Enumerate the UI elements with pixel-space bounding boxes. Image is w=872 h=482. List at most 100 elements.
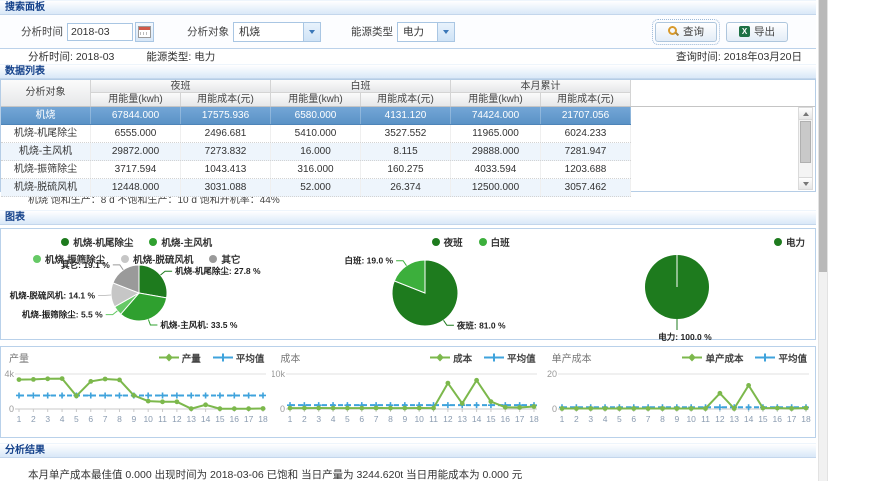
table-header: 分析对象 夜班 用能量(kwh) 用能成本(元) 白班 用能量(kwh) 用能成… — [1, 80, 815, 107]
table-row[interactable]: 机烧-机尾除尘6555.0002496.6815410.0003527.5521… — [1, 125, 631, 143]
energy-type-value: 电力 — [398, 24, 437, 39]
analysis-result-title: 分析结果 — [5, 445, 45, 456]
svg-text:7: 7 — [645, 414, 650, 424]
svg-text:8: 8 — [660, 414, 665, 424]
diamond-marker-icon — [430, 353, 450, 362]
legend-item[interactable]: 平均值 — [755, 351, 807, 365]
table-row[interactable]: 机烧67844.00017575.9366580.0004131.1207442… — [1, 107, 631, 125]
legend-dot-icon — [149, 238, 157, 246]
pie-charts-panel: 机烧-机尾除尘 机烧-主风机机烧-振筛除尘 机烧-脱硫风机 其它机烧-机尾除尘: 27… — [0, 228, 816, 340]
row-value: 3057.462 — [541, 179, 631, 196]
plus-marker-icon — [213, 353, 233, 362]
column-group-night: 夜班 用能量(kwh) 用能成本(元) — [91, 80, 271, 106]
column-header-object[interactable]: 分析对象 — [1, 80, 91, 106]
table-row[interactable]: 机烧-脱硫风机12448.0003031.08852.00026.3741250… — [1, 179, 631, 197]
row-value: 160.275 — [361, 161, 451, 178]
pie-shift-split: 夜班白班夜班: 81.0 %白班: 19.0 % — [272, 229, 543, 339]
svg-text:8: 8 — [117, 414, 122, 424]
legend-dot-icon — [479, 238, 487, 246]
page-scrollbar[interactable] — [818, 0, 828, 481]
row-value: 16.000 — [271, 143, 361, 160]
legend-label: 机烧-振筛除尘 — [45, 252, 105, 266]
sub-header-cost[interactable]: 用能成本(元) — [181, 93, 271, 106]
legend-item[interactable]: 白班 — [479, 235, 510, 249]
row-value: 21707.056 — [541, 107, 631, 124]
group-header[interactable]: 白班 — [271, 80, 451, 93]
row-value: 74424.000 — [451, 107, 541, 124]
svg-text:4: 4 — [60, 414, 65, 424]
legend-label: 平均值 — [236, 351, 265, 365]
scroll-up-icon[interactable] — [799, 108, 812, 120]
legend-item[interactable]: 机烧-主风机 — [149, 235, 212, 249]
legend-item[interactable]: 机烧-脱硫风机 — [121, 252, 193, 266]
svg-text:12: 12 — [443, 414, 453, 424]
table-scrollbar[interactable] — [798, 107, 813, 190]
line-chart-svg: 123456789101112131415161718200 — [544, 365, 815, 437]
svg-text:10k: 10k — [272, 369, 285, 379]
analysis-object-value: 机烧 — [234, 24, 303, 39]
group-header[interactable]: 夜班 — [91, 80, 271, 93]
data-list-header: 数据列表 — [0, 64, 816, 79]
legend-item[interactable]: 平均值 — [213, 351, 265, 365]
query-button[interactable]: 查询 — [655, 22, 717, 42]
svg-text:10: 10 — [415, 414, 425, 424]
legend-item[interactable]: 单产成本 — [682, 351, 743, 365]
date-picker-button[interactable] — [135, 22, 154, 42]
svg-text:20: 20 — [547, 369, 557, 379]
sub-header-cost[interactable]: 用能成本(元) — [541, 93, 631, 106]
sub-header-energy[interactable]: 用能量(kwh) — [271, 93, 361, 106]
table-row[interactable]: 机烧-主风机29872.0007273.83216.0008.11529888.… — [1, 143, 631, 161]
diamond-marker-icon — [682, 353, 702, 362]
svg-text:0: 0 — [552, 404, 557, 414]
legend-item[interactable]: 夜班 — [432, 235, 463, 249]
energy-type-select[interactable]: 电力 — [397, 22, 455, 42]
legend-label: 机烧-脱硫风机 — [133, 252, 193, 266]
svg-text:14: 14 — [201, 414, 211, 424]
line-chart-svg: 12345678910111213141516171810k0 — [272, 365, 543, 437]
legend-item[interactable]: 其它 — [209, 252, 240, 266]
legend-item[interactable]: 产量 — [159, 351, 201, 365]
svg-text:18: 18 — [258, 414, 268, 424]
analysis-time-input[interactable]: 2018-03 — [67, 23, 133, 41]
search-panel-header: 搜索面板 — [0, 0, 816, 15]
sub-header-energy[interactable]: 用能量(kwh) — [451, 93, 541, 106]
export-button[interactable]: 导出 — [726, 22, 788, 42]
svg-text:16: 16 — [501, 414, 511, 424]
legend-label: 成本 — [453, 351, 472, 365]
legend-item[interactable]: 平均值 — [484, 351, 536, 365]
legend-item[interactable]: 机烧-振筛除尘 — [33, 252, 105, 266]
sub-header-energy[interactable]: 用能量(kwh) — [91, 93, 181, 106]
analysis-result-header: 分析结果 — [0, 443, 816, 458]
pie-legend: 电力 — [544, 235, 815, 249]
table-scrollbar-thumb[interactable] — [800, 121, 811, 163]
table-row[interactable]: 机烧-振筛除尘3717.5941043.413316.000160.275403… — [1, 161, 631, 179]
svg-text:9: 9 — [674, 414, 679, 424]
svg-text:8: 8 — [388, 414, 393, 424]
legend-dot-icon — [61, 238, 69, 246]
summary-analysis-time: 分析时间: 2018-03 — [28, 49, 114, 64]
legend-item[interactable]: 成本 — [430, 351, 472, 365]
select-trigger[interactable] — [303, 23, 320, 41]
scroll-down-icon[interactable] — [799, 177, 812, 189]
row-value: 12448.000 — [91, 179, 181, 196]
chevron-down-icon — [443, 30, 449, 34]
analysis-object-select[interactable]: 机烧 — [233, 22, 321, 42]
legend-label: 机烧-机尾除尘 — [73, 235, 133, 249]
legend-item[interactable]: 电力 — [774, 235, 805, 249]
data-table: 分析对象 夜班 用能量(kwh) 用能成本(元) 白班 用能量(kwh) 用能成… — [0, 79, 816, 192]
sub-header-cost[interactable]: 用能成本(元) — [361, 93, 451, 106]
page-scrollbar-thumb[interactable] — [819, 0, 827, 272]
summary-energy-type: 能源类型: 电力 — [146, 49, 215, 64]
charts-header: 图表 — [0, 210, 816, 225]
chevron-down-icon — [309, 30, 315, 34]
group-header[interactable]: 本月累计 — [451, 80, 631, 93]
select-trigger[interactable] — [437, 23, 454, 41]
line-chart-legend: 产量 平均值 — [159, 351, 265, 365]
svg-text:4: 4 — [331, 414, 336, 424]
calendar-icon — [138, 26, 151, 38]
svg-text:机烧-机尾除尘: 27.8 %: 机烧-机尾除尘: 27.8 % — [175, 266, 261, 276]
data-list-title: 数据列表 — [5, 66, 45, 77]
summary-query-time: 查询时间: 2018年03月20日 — [676, 49, 802, 64]
svg-text:5: 5 — [617, 414, 622, 424]
legend-item[interactable]: 机烧-机尾除尘 — [61, 235, 133, 249]
